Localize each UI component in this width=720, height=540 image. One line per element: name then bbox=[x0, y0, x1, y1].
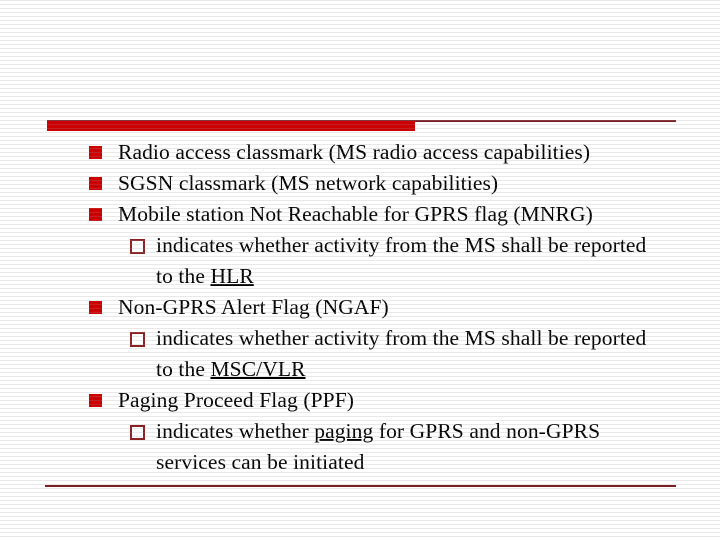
bullet-text: Paging Proceed Flag (PPF) bbox=[118, 388, 355, 412]
sub-bullet-underlined-term: MSC/VLR bbox=[210, 357, 306, 381]
sub-bullet-item: indicates whether activity from the MS s… bbox=[88, 230, 668, 292]
sub-bullet-text: indicates whether activity from the MS s… bbox=[156, 323, 668, 385]
bullet-item: SGSN classmark (MS network capabilities) bbox=[88, 168, 668, 199]
presentation-slide: Radio access classmark (MS radio access … bbox=[0, 0, 720, 540]
bullet-item: Non-GPRS Alert Flag (NGAF) bbox=[88, 292, 668, 323]
filled-square-bullet-icon bbox=[89, 394, 102, 407]
bullet-item: Radio access classmark (MS radio access … bbox=[88, 137, 668, 168]
hollow-square-bullet-icon bbox=[130, 332, 145, 347]
bullet-item: Mobile station Not Reachable for GPRS fl… bbox=[88, 199, 668, 230]
sub-bullet-text: indicates whether activity from the MS s… bbox=[156, 230, 668, 292]
sub-bullet-underlined-term: paging bbox=[314, 419, 374, 443]
sub-bullet-item: indicates whether paging for GPRS and no… bbox=[88, 416, 668, 478]
filled-square-bullet-icon bbox=[89, 301, 102, 314]
bullet-text: Radio access classmark (MS radio access … bbox=[118, 140, 591, 164]
sub-bullet-item: indicates whether activity from the MS s… bbox=[88, 323, 668, 385]
sub-bullet-underlined-term: HLR bbox=[210, 264, 254, 288]
top-accent-bar bbox=[47, 121, 415, 131]
filled-square-bullet-icon bbox=[89, 146, 102, 159]
hollow-square-bullet-icon bbox=[130, 239, 145, 254]
filled-square-bullet-icon bbox=[89, 208, 102, 221]
bullet-text: Non-GPRS Alert Flag (NGAF) bbox=[118, 295, 389, 319]
sub-bullet-text: indicates whether paging for GPRS and no… bbox=[156, 416, 668, 478]
filled-square-bullet-icon bbox=[89, 177, 102, 190]
bullet-text: Mobile station Not Reachable for GPRS fl… bbox=[118, 202, 593, 226]
bullet-text: SGSN classmark (MS network capabilities) bbox=[118, 171, 499, 195]
hollow-square-bullet-icon bbox=[130, 425, 145, 440]
bullet-item: Paging Proceed Flag (PPF) bbox=[88, 385, 668, 416]
slide-body-content: Radio access classmark (MS radio access … bbox=[88, 137, 668, 478]
sub-bullet-text-before: indicates whether bbox=[156, 419, 315, 443]
bottom-divider-rule bbox=[45, 485, 676, 487]
